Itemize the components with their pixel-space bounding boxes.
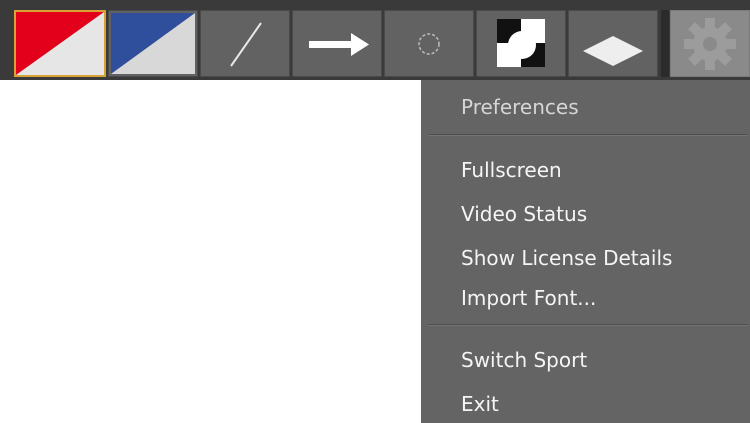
diamond-tool-button[interactable] — [568, 10, 658, 77]
settings-button[interactable] — [670, 10, 750, 77]
drawing-toolbar — [0, 0, 750, 80]
diamond-tool-icon — [583, 36, 643, 66]
menu-item-exit[interactable]: Exit — [461, 389, 499, 419]
line-tool-button[interactable] — [200, 10, 290, 77]
menu-item-fullscreen[interactable]: Fullscreen — [461, 155, 562, 185]
arrow-tool-button[interactable] — [292, 10, 382, 77]
toolbar-separator — [661, 10, 669, 77]
arrow-tool-icon — [309, 33, 369, 56]
menu-item-show-license-details[interactable]: Show License Details — [461, 243, 672, 273]
red-white-color-swatch[interactable] — [14, 10, 106, 77]
menu-item-video-status[interactable]: Video Status — [461, 199, 587, 229]
menu-divider — [429, 134, 747, 136]
menu-divider — [429, 324, 747, 326]
red-white-swatch-icon — [16, 12, 104, 75]
blue-white-swatch-icon — [111, 13, 195, 74]
circle-tool-button[interactable] — [384, 10, 474, 77]
spotlight-tool-icon — [497, 19, 545, 67]
blue-white-color-swatch[interactable] — [108, 10, 198, 77]
line-tool-icon — [230, 22, 262, 67]
menu-item-switch-sport[interactable]: Switch Sport — [461, 345, 587, 375]
gear-icon — [684, 18, 736, 70]
spotlight-tool-button[interactable] — [476, 10, 566, 77]
menu-item-preferences[interactable]: Preferences — [461, 92, 579, 122]
settings-dropdown-menu: Preferences Fullscreen Video Status Show… — [421, 80, 750, 423]
circle-tool-icon — [418, 33, 440, 55]
menu-item-import-font[interactable]: Import Font... — [461, 283, 596, 313]
